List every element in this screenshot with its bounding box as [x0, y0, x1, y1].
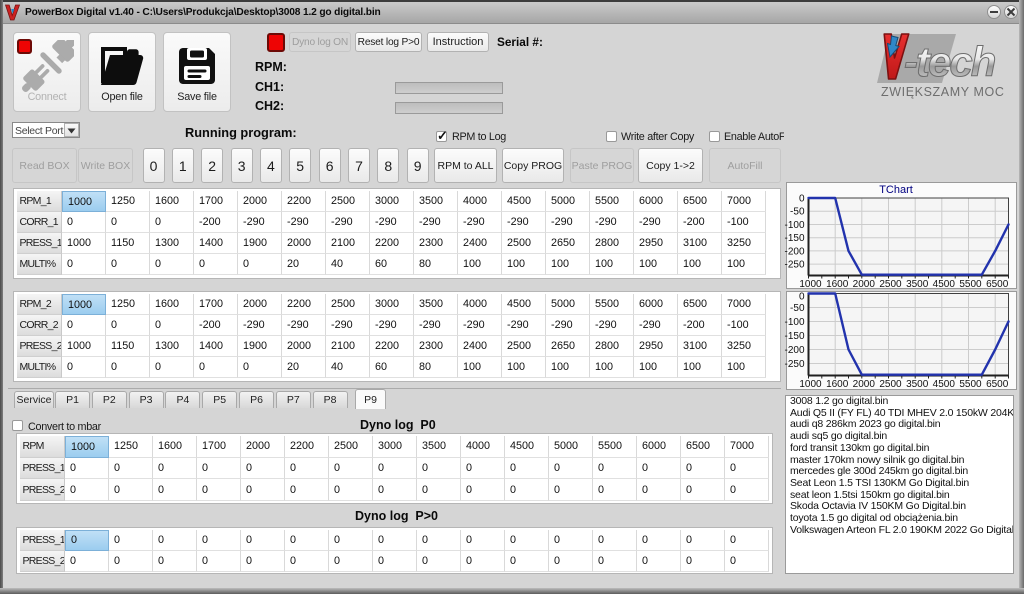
svg-text:1600: 1600 — [826, 379, 849, 390]
svg-text:5500: 5500 — [959, 279, 982, 290]
svg-text:0: 0 — [799, 292, 805, 303]
svg-text:-200: -200 — [784, 246, 804, 257]
svg-text:2000: 2000 — [853, 379, 876, 390]
svg-text:ZWIĘKSZAMY MOC: ZWIĘKSZAMY MOC — [881, 85, 1004, 99]
svg-text:1000: 1000 — [799, 279, 822, 290]
svg-text:-150: -150 — [784, 233, 804, 244]
svg-text:3500: 3500 — [906, 379, 929, 390]
svg-text:4500: 4500 — [933, 279, 956, 290]
svg-text:-250: -250 — [784, 359, 804, 370]
svg-text:-50: -50 — [790, 207, 805, 218]
svg-text:1000: 1000 — [799, 379, 822, 390]
svg-text:1600: 1600 — [826, 279, 849, 290]
svg-text:2000: 2000 — [853, 279, 876, 290]
svg-text:6500: 6500 — [986, 279, 1009, 290]
svg-text:3500: 3500 — [906, 279, 929, 290]
svg-text:4500: 4500 — [933, 379, 956, 390]
svg-text:-250: -250 — [784, 260, 804, 271]
svg-text:TChart: TChart — [879, 184, 913, 196]
svg-text:-tech: -tech — [904, 38, 995, 85]
svg-text:-100: -100 — [784, 317, 804, 328]
svg-text:-100: -100 — [784, 220, 804, 231]
svg-text:-200: -200 — [784, 345, 804, 356]
svg-text:-50: -50 — [790, 303, 805, 314]
svg-text:2500: 2500 — [879, 379, 902, 390]
svg-text:2500: 2500 — [879, 279, 902, 290]
svg-text:5500: 5500 — [959, 379, 982, 390]
svg-text:6500: 6500 — [986, 379, 1009, 390]
svg-text:-150: -150 — [784, 331, 804, 342]
svg-text:0: 0 — [799, 194, 805, 205]
